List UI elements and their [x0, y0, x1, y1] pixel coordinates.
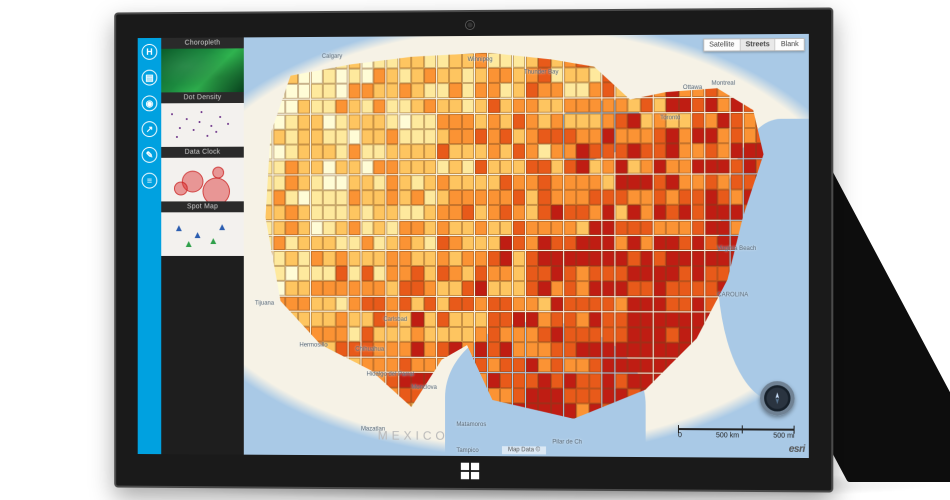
rail-settings-icon[interactable]: ≡ — [142, 173, 158, 189]
rail-tools-icon[interactable]: ✎ — [142, 147, 158, 163]
place-label: Winnipeg — [468, 57, 493, 63]
map-attribution: Map Data © — [502, 446, 546, 454]
sidebar-title: Data Clock — [161, 147, 244, 158]
basemap-option-satellite[interactable]: Satellite — [704, 39, 739, 50]
tablet-device: H ▤ ◉ ↗ ✎ ≡ Choropleth Dot Density — [110, 10, 830, 490]
rail-home-icon[interactable]: H — [142, 44, 158, 60]
scale-left: 0 — [678, 432, 682, 439]
place-label: Ottawa — [683, 85, 702, 91]
place-label: CAROLINA — [717, 292, 748, 298]
sidebar-section-choropleth: Choropleth — [161, 37, 244, 92]
sidebar-section-cluster: Data Clock — [161, 147, 244, 202]
compass-needle-icon — [770, 391, 784, 405]
place-label: Carlsbad — [383, 317, 407, 323]
sidebar-title: Dot Density — [161, 92, 244, 103]
place-label: Montreal — [711, 81, 735, 87]
rail-layers-icon[interactable]: ▤ — [142, 70, 158, 86]
place-label: Hermosillo — [299, 342, 327, 348]
country-label: MEXICO — [378, 429, 449, 443]
thumb-choropleth[interactable] — [161, 48, 244, 92]
sidebar-title: Choropleth — [161, 37, 244, 48]
sidebar-title: Spot Map — [161, 201, 244, 212]
scale-mid-label: 500 km — [716, 432, 739, 439]
map-app: H ▤ ◉ ↗ ✎ ≡ Choropleth Dot Density — [138, 34, 809, 458]
sidebar-section-spot: Spot Map — [161, 201, 244, 256]
rail-share-icon[interactable]: ↗ — [142, 121, 158, 137]
place-label: Matamoros — [456, 422, 486, 428]
basemap-option-blank[interactable]: Blank — [775, 39, 804, 50]
place-label: Thunder Bay — [524, 69, 558, 75]
scale-right: 500 mi — [773, 433, 794, 440]
place-label: Calgary — [322, 54, 342, 60]
place-label: Hidalgo del Parral — [367, 372, 414, 378]
thumb-dot-density[interactable] — [161, 103, 244, 147]
place-label: Chihuahua — [355, 346, 384, 352]
screen: H ▤ ◉ ↗ ✎ ≡ Choropleth Dot Density — [138, 34, 809, 458]
icon-rail: H ▤ ◉ ↗ ✎ ≡ — [138, 38, 162, 454]
place-label: Monclova — [411, 384, 437, 390]
place-label: Virginia Beach — [717, 246, 756, 252]
windows-logo-icon — [459, 460, 481, 482]
place-label: Tampico — [456, 448, 478, 454]
scale-bar: 0 500 km 500 mi — [678, 428, 795, 440]
tablet-body: H ▤ ◉ ↗ ✎ ≡ Choropleth Dot Density — [114, 7, 833, 492]
front-camera — [465, 20, 475, 30]
place-label: Toronto — [660, 115, 680, 121]
thumb-spot-map[interactable] — [161, 212, 244, 256]
basemap-option-streets[interactable]: Streets — [739, 39, 774, 50]
sidebar-section-dot: Dot Density — [161, 92, 244, 147]
basemap-switcher: Satellite Streets Blank — [703, 38, 805, 52]
place-label: Pilar de Ch — [552, 440, 582, 446]
sidebar-blank — [161, 256, 244, 455]
windows-home-button[interactable] — [459, 460, 481, 482]
compass-button[interactable] — [760, 381, 795, 415]
rail-globe-icon[interactable]: ◉ — [142, 95, 158, 111]
map-canvas[interactable]: Calgary Winnipeg Thunder Bay Ottawa Montreal… — [244, 34, 809, 458]
esri-logo: esri — [789, 444, 805, 455]
place-label: Tijuana — [255, 300, 274, 306]
thumb-data-clock[interactable] — [161, 158, 244, 202]
map-type-sidebar: Choropleth Dot Density — [161, 37, 244, 454]
